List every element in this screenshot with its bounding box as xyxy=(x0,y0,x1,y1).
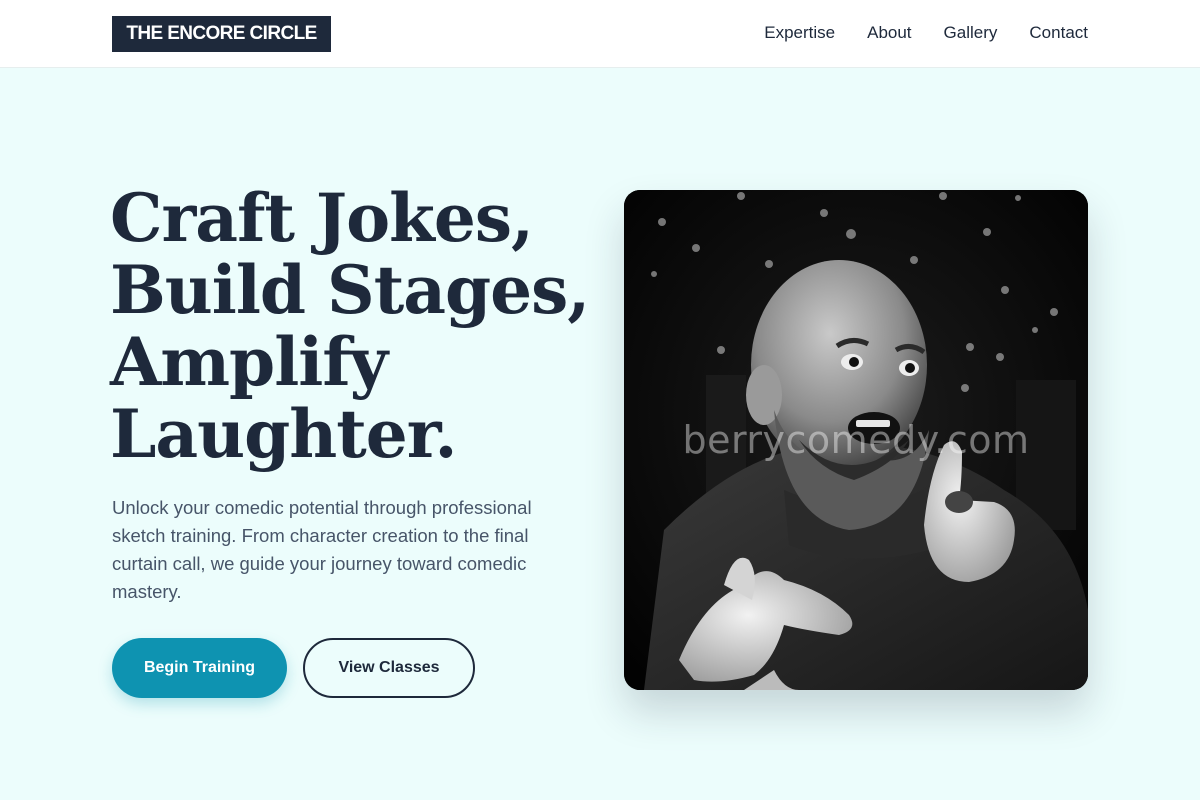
view-classes-button[interactable]: View Classes xyxy=(303,638,475,698)
brand-logo[interactable]: THE ENCORE CIRCLE xyxy=(112,16,331,52)
hero-title-line: Laughter. xyxy=(110,395,457,473)
photo-watermark: berrycomedy.com xyxy=(682,418,1030,462)
hero-title: Craft Jokes, Build Stages, Amplify Laugh… xyxy=(110,182,590,470)
hero-photo: berrycomedy.com xyxy=(624,190,1088,690)
hero-title-line: Amplify xyxy=(110,323,388,401)
nav-link-gallery[interactable]: Gallery xyxy=(944,22,998,44)
hero-description: Unlock your comedic potential through pr… xyxy=(112,497,532,602)
nav-link-contact[interactable]: Contact xyxy=(1029,22,1088,44)
nav-link-about[interactable]: About xyxy=(867,22,911,44)
nav-link-expertise[interactable]: Expertise xyxy=(764,22,835,44)
begin-training-button[interactable]: Begin Training xyxy=(112,638,287,698)
main-nav: Expertise About Gallery Contact xyxy=(764,22,1088,44)
top-navbar: THE ENCORE CIRCLE Expertise About Galler… xyxy=(0,0,1200,68)
hero-title-line: Craft Jokes, xyxy=(110,179,534,257)
hero-title-line: Build Stages, xyxy=(110,251,590,329)
